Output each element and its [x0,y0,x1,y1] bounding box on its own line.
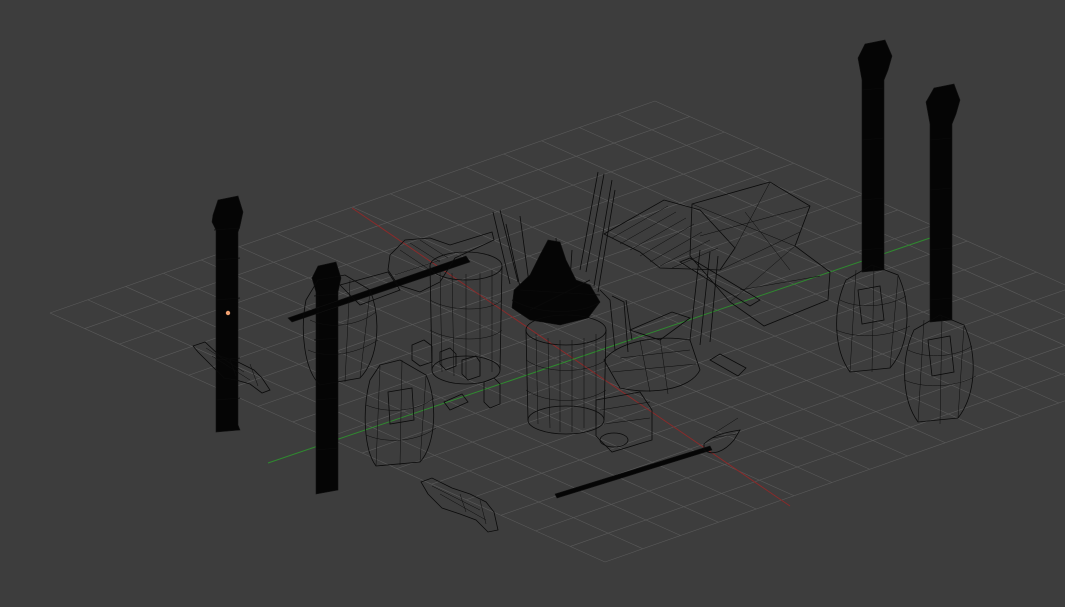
grid-line [541,140,1065,376]
center-pillar[interactable] [311,261,342,495]
floor-grid [49,100,1065,563]
grid-line [153,147,760,360]
grid-line [500,317,1065,516]
grid-line [604,400,1065,563]
grid-line [570,372,1065,547]
3d-viewport[interactable] [0,0,1065,607]
right-pillar-front[interactable] [925,83,961,323]
left-pillar[interactable] [211,195,244,433]
y-axis-line [267,237,931,464]
debris-small-bottom[interactable] [420,477,499,533]
right-pillar-back[interactable] [857,39,893,273]
right-pod-front[interactable] [903,314,977,425]
central-spire-cluster[interactable] [492,171,616,326]
grid-line [84,116,690,329]
center-pod[interactable] [364,359,437,467]
grid-line [327,225,933,438]
crane-platform[interactable] [603,199,761,307]
antenna-arm-right[interactable] [599,249,719,395]
right-pod-back[interactable] [835,264,911,373]
viewport-canvas[interactable] [0,0,1065,607]
object-origin-marker [225,310,231,316]
grid-line [654,100,1065,286]
grid-line [119,131,725,345]
scaffold-box[interactable] [689,181,831,327]
grid-line [396,256,1002,469]
grid-line [292,209,898,423]
